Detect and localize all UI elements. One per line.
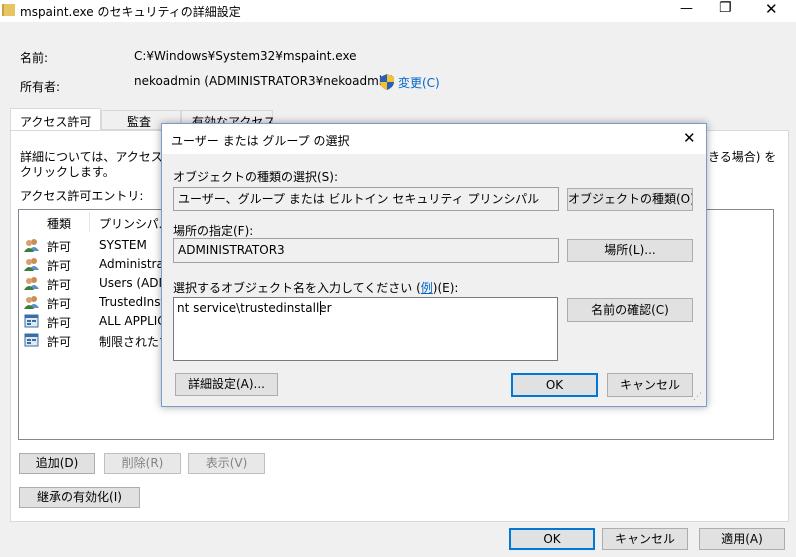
- users-icon: [24, 276, 39, 290]
- dialog-title: ユーザー または グループ の選択: [171, 134, 350, 148]
- row-type: 許可: [47, 240, 72, 254]
- folder-icon: [2, 4, 15, 16]
- row-principal: SYSTEM: [99, 238, 147, 252]
- dialog-ok-button[interactable]: OK: [511, 373, 598, 397]
- row-principal: Administrat: [99, 257, 169, 271]
- enable-inheritance-button[interactable]: 継承の有効化(I): [19, 487, 140, 508]
- package-icon: [24, 333, 39, 347]
- object-type-label: オブジェクトの種類の選択(S):: [173, 170, 339, 184]
- details-text-line2: クリックします。: [20, 165, 115, 179]
- row-type: 許可: [47, 297, 72, 311]
- details-text-right: きる場合) を: [708, 150, 777, 164]
- object-type-field: ユーザー、グループ または ビルトイン セキュリティ プリンシパル: [173, 187, 559, 211]
- minimize-button[interactable]: —: [680, 1, 693, 16]
- column-header-principal[interactable]: プリンシパル: [99, 215, 171, 232]
- change-owner-link[interactable]: 変更(C): [398, 74, 440, 91]
- location-field: ADMINISTRATOR3: [173, 238, 559, 263]
- name-value: C:¥Windows¥System32¥mspaint.exe: [134, 49, 357, 63]
- row-type: 許可: [47, 278, 72, 292]
- package-icon: [24, 314, 39, 328]
- maximize-button[interactable]: ❐: [719, 0, 732, 16]
- row-type: 許可: [47, 335, 72, 349]
- shield-icon: [380, 74, 394, 90]
- row-type: 許可: [47, 316, 72, 330]
- owner-label: 所有者:: [20, 80, 61, 94]
- dialog-cancel-button[interactable]: キャンセル: [607, 373, 693, 397]
- apply-button[interactable]: 適用(A): [699, 528, 785, 550]
- add-button[interactable]: 追加(D): [19, 453, 95, 474]
- row-principal: ALL APPLIC: [99, 314, 166, 328]
- select-users-dialog: ユーザー または グループ の選択 ✕ オブジェクトの種類の選択(S): ユーザ…: [161, 123, 707, 407]
- names-label: 選択するオブジェクト名を入力してください (例)(E):: [173, 281, 459, 295]
- locations-button[interactable]: 場所(L)...: [567, 239, 693, 262]
- location-label: 場所の指定(F):: [173, 224, 254, 238]
- users-icon: [24, 238, 39, 252]
- close-button[interactable]: ✕: [765, 0, 778, 18]
- view-button[interactable]: 表示(V): [188, 453, 265, 474]
- check-names-button[interactable]: 名前の確認(C): [567, 298, 693, 322]
- object-names-input[interactable]: nt service\trustedinstaller: [173, 297, 558, 361]
- dialog-title-bar: ユーザー または グループ の選択 ✕: [162, 124, 706, 154]
- row-principal: Users (ADM: [99, 276, 169, 290]
- cancel-button[interactable]: キャンセル: [602, 528, 688, 550]
- dialog-close-button[interactable]: ✕: [683, 129, 696, 147]
- column-separator: [89, 212, 90, 232]
- row-type: 許可: [47, 259, 72, 273]
- resize-grip[interactable]: ⋰: [693, 392, 702, 402]
- tab-permissions[interactable]: アクセス許可: [10, 108, 101, 131]
- object-names-text: nt service\trustedinstaller: [177, 301, 332, 315]
- window-title: mspaint.exe のセキュリティの詳細設定: [20, 5, 241, 19]
- ok-button[interactable]: OK: [509, 528, 595, 550]
- title-bar: mspaint.exe のセキュリティの詳細設定 — ❐ ✕: [0, 0, 796, 22]
- remove-button[interactable]: 削除(R): [104, 453, 181, 474]
- column-header-type[interactable]: 種類: [47, 215, 71, 232]
- advanced-button[interactable]: 詳細設定(A)...: [175, 373, 278, 396]
- entries-label: アクセス許可エントリ:: [20, 189, 144, 203]
- users-icon: [24, 295, 39, 309]
- object-types-button[interactable]: オブジェクトの種類(O)...: [567, 188, 693, 211]
- owner-value: nekoadmin (ADMINISTRATOR3¥nekoadmin): [134, 74, 395, 88]
- name-label: 名前:: [20, 51, 49, 65]
- text-cursor: [320, 301, 321, 315]
- users-icon: [24, 257, 39, 271]
- examples-link[interactable]: 例: [421, 281, 433, 295]
